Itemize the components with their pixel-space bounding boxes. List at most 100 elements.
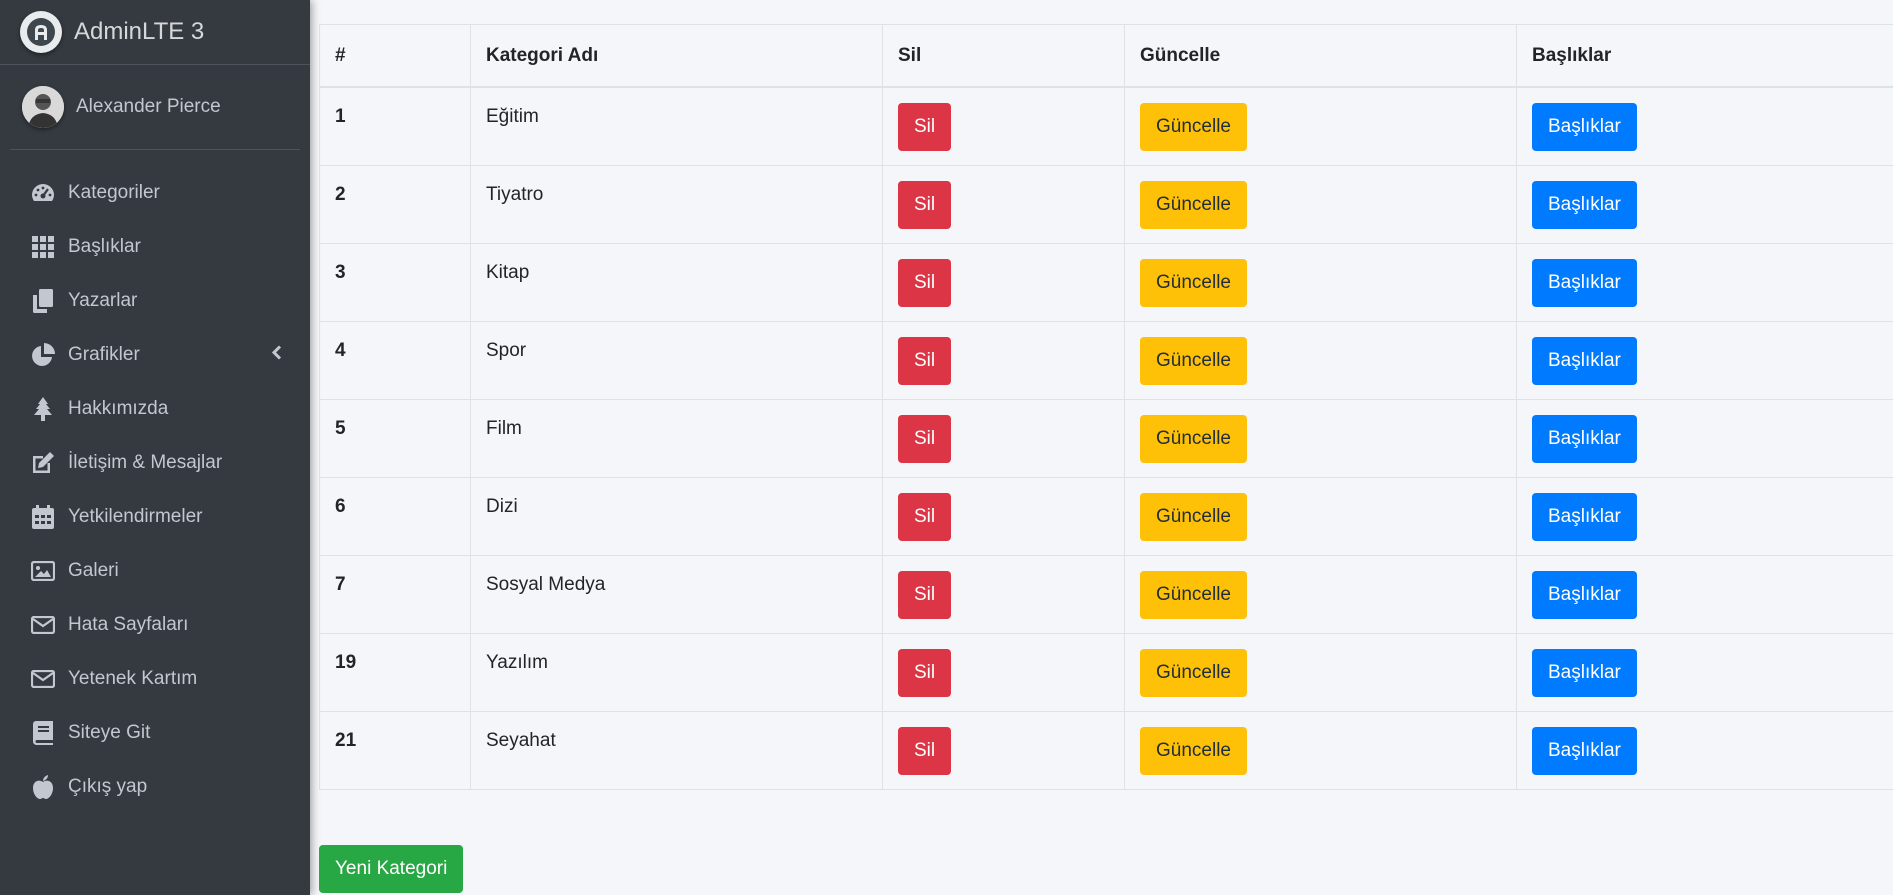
titles-button[interactable]: Başlıklar	[1532, 726, 1637, 775]
update-button[interactable]: Güncelle	[1140, 414, 1247, 463]
row-category-name: Dizi	[470, 476, 883, 556]
delete-button[interactable]: Sil	[898, 492, 952, 541]
sidebar-item-hakkimizda[interactable]: Hakkımızda	[0, 382, 310, 436]
new-category-button[interactable]: Yeni Kategori	[319, 845, 464, 893]
row-category-name: Sosyal Medya	[470, 554, 883, 634]
update-button[interactable]: Güncelle	[1140, 180, 1247, 229]
delete-button[interactable]: Sil	[898, 258, 952, 307]
user-panel[interactable]: Alexander Pierce	[10, 65, 300, 150]
update-cell: Güncelle	[1124, 86, 1517, 166]
delete-button[interactable]: Sil	[898, 180, 952, 229]
delete-cell: Sil	[882, 242, 1125, 322]
delete-button[interactable]: Sil	[898, 648, 952, 697]
row-id: 19	[319, 632, 471, 712]
book-icon	[30, 720, 56, 746]
row-category-name: Yazılım	[470, 632, 883, 712]
grid-icon	[30, 234, 56, 260]
titles-cell: Başlıklar	[1516, 164, 1893, 244]
delete-cell: Sil	[882, 632, 1125, 712]
titles-cell: Başlıklar	[1516, 320, 1893, 400]
sidebar-item-basliklar[interactable]: Başlıklar	[0, 220, 310, 274]
update-button[interactable]: Güncelle	[1140, 258, 1247, 307]
update-button[interactable]: Güncelle	[1140, 103, 1247, 151]
delete-button[interactable]: Sil	[898, 336, 952, 385]
delete-cell: Sil	[882, 398, 1125, 478]
titles-cell: Başlıklar	[1516, 476, 1893, 556]
sidebar-item-yazarlar[interactable]: Yazarlar	[0, 274, 310, 328]
titles-button[interactable]: Başlıklar	[1532, 570, 1637, 619]
column-header-titles: Başlıklar	[1516, 24, 1893, 88]
row-category-name: Tiyatro	[470, 164, 883, 244]
brand-link[interactable]: AdminLTE 3	[0, 0, 310, 65]
titles-cell: Başlıklar	[1516, 632, 1893, 712]
categories-table: # Kategori Adı Sil Güncelle Başlıklar 1 …	[319, 24, 1893, 790]
copy-icon	[30, 288, 56, 314]
tree-icon	[30, 396, 56, 422]
sidebar-item-label: Yazarlar	[68, 290, 138, 311]
delete-cell: Sil	[882, 710, 1125, 790]
sidebar-item-yetkilendirmeler[interactable]: Yetkilendirmeler	[0, 490, 310, 544]
update-button[interactable]: Güncelle	[1140, 492, 1247, 541]
row-id: 7	[319, 554, 471, 634]
user-name: Alexander Pierce	[76, 96, 221, 117]
sidebar-item-label: İletişim & Mesajlar	[68, 452, 223, 473]
sidebar-item-iletisim[interactable]: İletişim & Mesajlar	[0, 436, 310, 490]
sidebar-item-label: Grafikler	[68, 344, 140, 365]
column-header-num: #	[319, 24, 471, 88]
sidebar-item-hata-sayfalari[interactable]: Hata Sayfaları	[0, 598, 310, 652]
delete-button[interactable]: Sil	[898, 414, 952, 463]
image-icon	[30, 558, 56, 584]
row-id: 5	[319, 398, 471, 478]
delete-cell: Sil	[882, 86, 1125, 166]
titles-button[interactable]: Başlıklar	[1532, 414, 1637, 463]
sidebar-item-grafikler[interactable]: Grafikler	[0, 328, 310, 382]
sidebar-item-galeri[interactable]: Galeri	[0, 544, 310, 598]
titles-button[interactable]: Başlıklar	[1532, 258, 1637, 307]
update-cell: Güncelle	[1124, 554, 1517, 634]
table-row: 5 Film Sil Güncelle Başlıklar	[319, 398, 1893, 478]
titles-button[interactable]: Başlıklar	[1532, 648, 1637, 697]
avatar	[22, 86, 64, 128]
pie-chart-icon	[30, 342, 56, 368]
tachometer-icon	[30, 180, 56, 206]
row-category-name: Kitap	[470, 242, 883, 322]
update-button[interactable]: Güncelle	[1140, 648, 1247, 697]
titles-button[interactable]: Başlıklar	[1532, 180, 1637, 229]
update-cell: Güncelle	[1124, 632, 1517, 712]
row-id: 4	[319, 320, 471, 400]
envelope-icon	[30, 666, 56, 692]
update-cell: Güncelle	[1124, 476, 1517, 556]
table-row: 1 Eğitim Sil Güncelle Başlıklar	[319, 86, 1893, 166]
delete-button[interactable]: Sil	[898, 726, 952, 775]
calendar-icon	[30, 504, 56, 530]
titles-button[interactable]: Başlıklar	[1532, 492, 1637, 541]
row-category-name: Seyahat	[470, 710, 883, 790]
sidebar-item-label: Başlıklar	[68, 236, 141, 257]
update-cell: Güncelle	[1124, 710, 1517, 790]
apple-icon	[30, 774, 56, 800]
update-cell: Güncelle	[1124, 320, 1517, 400]
row-category-name: Spor	[470, 320, 883, 400]
sidebar-item-siteye-git[interactable]: Siteye Git	[0, 706, 310, 760]
adminlte-logo-icon	[20, 11, 62, 53]
delete-button[interactable]: Sil	[898, 570, 952, 619]
titles-button[interactable]: Başlıklar	[1532, 336, 1637, 385]
column-header-delete: Sil	[882, 24, 1125, 88]
update-cell: Güncelle	[1124, 164, 1517, 244]
update-button[interactable]: Güncelle	[1140, 570, 1247, 619]
sidebar-item-yetenek-kartim[interactable]: Yetenek Kartım	[0, 652, 310, 706]
table-row: 6 Dizi Sil Güncelle Başlıklar	[319, 476, 1893, 556]
sidebar-item-cikis-yap[interactable]: Çıkış yap	[0, 760, 310, 814]
envelope-icon	[30, 612, 56, 638]
delete-cell: Sil	[882, 320, 1125, 400]
delete-button[interactable]: Sil	[898, 103, 952, 151]
update-button[interactable]: Güncelle	[1140, 336, 1247, 385]
update-button[interactable]: Güncelle	[1140, 726, 1247, 775]
chevron-left-icon[interactable]	[271, 345, 282, 366]
sidebar-item-label: Hakkımızda	[68, 398, 169, 419]
row-id: 21	[319, 710, 471, 790]
titles-button[interactable]: Başlıklar	[1532, 103, 1637, 151]
sidebar-item-kategoriler[interactable]: Kategoriler	[0, 166, 310, 220]
table-row: 21 Seyahat Sil Güncelle Başlıklar	[319, 710, 1893, 790]
table-row: 7 Sosyal Medya Sil Güncelle Başlıklar	[319, 554, 1893, 634]
